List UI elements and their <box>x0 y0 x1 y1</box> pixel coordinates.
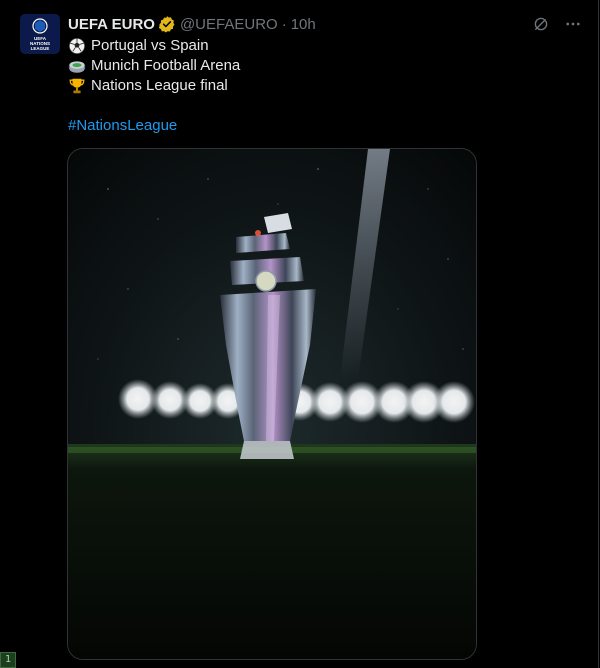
tweet-line-text: Portugal vs Spain <box>91 37 209 54</box>
svg-text:LEAGUE: LEAGUE <box>31 46 50 51</box>
tweet-line-text: Munich Football Arena <box>91 57 241 74</box>
hashtag-link[interactable]: #NationsLeague <box>68 117 177 134</box>
author-name[interactable]: UEFA EURO <box>68 16 155 33</box>
more-options-icon[interactable] <box>564 15 582 33</box>
hashtag-line: #NationsLeague <box>68 116 177 136</box>
tweet-header: UEFA EURO @UEFAEURO · 10h <box>68 14 316 34</box>
soccer-ball-icon <box>68 37 86 55</box>
grok-icon[interactable] <box>532 15 550 33</box>
author-handle[interactable]: @UEFAEURO <box>180 16 278 33</box>
tweet-line-event: Nations League final <box>68 76 240 96</box>
avatar[interactable]: UEFA NATIONS LEAGUE <box>20 14 60 54</box>
uefa-nations-league-logo: UEFA NATIONS LEAGUE <box>20 14 60 54</box>
tweet-card[interactable]: UEFA NATIONS LEAGUE UEFA EURO @UEFAEURO … <box>0 0 599 668</box>
tweet-line-match: Portugal vs Spain <box>68 36 240 56</box>
stadium-icon <box>68 57 86 75</box>
tweet-actions <box>532 15 582 33</box>
tweet-line-venue: Munich Football Arena <box>68 56 240 76</box>
tweet-media-image[interactable] <box>67 148 477 660</box>
corner-badge: 1 <box>0 652 16 668</box>
tweet-line-text: Nations League final <box>91 77 228 94</box>
trophy-icon <box>68 77 86 95</box>
trophy-photo <box>68 149 476 659</box>
timestamp[interactable]: 10h <box>291 16 316 33</box>
verified-badge-icon <box>158 15 176 33</box>
tweet-text: Portugal vs Spain Munich Football Arena <box>68 36 240 96</box>
separator-dot: · <box>281 15 287 33</box>
